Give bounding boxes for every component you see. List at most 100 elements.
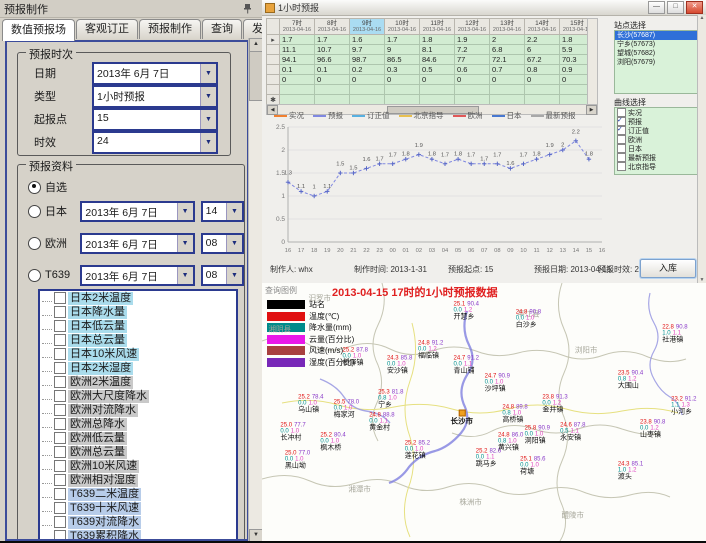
- tree-item[interactable]: 欧洲相对湿度: [40, 473, 236, 487]
- column-header[interactable]: 13时2013-04-16: [490, 19, 525, 35]
- hour-combobox[interactable]: 08▼: [201, 265, 244, 286]
- row-header[interactable]: [267, 45, 280, 55]
- station-list-item[interactable]: 望城(57682): [615, 49, 701, 58]
- chevron-down-icon[interactable]: ▼: [226, 235, 242, 252]
- table-cell[interactable]: 7.2: [455, 45, 490, 55]
- tree-item[interactable]: T639对流降水: [40, 515, 236, 529]
- chevron-down-icon[interactable]: ▼: [200, 133, 216, 152]
- table-cell[interactable]: [280, 95, 315, 105]
- table-cell[interactable]: 0: [350, 75, 385, 85]
- chevron-down-icon[interactable]: ▼: [200, 110, 216, 129]
- tree-item[interactable]: T639十米风速: [40, 501, 236, 515]
- checkbox[interactable]: [54, 432, 66, 444]
- checkbox[interactable]: [617, 162, 626, 171]
- scroll-up-icon[interactable]: ▲: [249, 38, 263, 52]
- row-header[interactable]: [267, 85, 280, 95]
- date-combobox[interactable]: 2013年 6月 7日▼: [80, 265, 194, 286]
- field-combobox[interactable]: 15▼: [92, 108, 218, 131]
- column-header[interactable]: 14时2013-04-16: [525, 19, 560, 35]
- table-cell[interactable]: 0.8: [525, 65, 560, 75]
- row-header[interactable]: ✱: [267, 95, 280, 105]
- table-cell[interactable]: [420, 95, 455, 105]
- table-cell[interactable]: 1.9: [455, 35, 490, 45]
- tree-item[interactable]: 日本2米湿度: [40, 361, 236, 375]
- table-cell[interactable]: 0.5: [420, 65, 455, 75]
- column-header[interactable]: 9时2013-04-16: [350, 19, 385, 35]
- tree-item[interactable]: 欧洲大尺度降水: [40, 389, 236, 403]
- table-cell[interactable]: 0.7: [490, 65, 525, 75]
- scroll-right-icon[interactable]: ▶: [586, 105, 597, 115]
- tree-item[interactable]: T639累积降水: [40, 529, 236, 541]
- table-cell[interactable]: 0: [315, 75, 350, 85]
- table-cell[interactable]: 2.2: [525, 35, 560, 45]
- checkbox[interactable]: [54, 334, 66, 346]
- checkbox[interactable]: [54, 418, 66, 430]
- table-cell[interactable]: 98.7: [350, 55, 385, 65]
- checkbox[interactable]: [54, 362, 66, 374]
- table-cell[interactable]: [385, 95, 420, 105]
- table-cell[interactable]: 0.1: [280, 65, 315, 75]
- chevron-down-icon[interactable]: ▼: [226, 203, 242, 220]
- field-combobox[interactable]: 1小时预报▼: [92, 85, 218, 108]
- checkbox[interactable]: [617, 153, 626, 162]
- table-cell[interactable]: 0.2: [350, 65, 385, 75]
- tree-item[interactable]: 欧洲对流降水: [40, 403, 236, 417]
- tree-item[interactable]: 日本降水量: [40, 305, 236, 319]
- forecast-table[interactable]: 7时2013-04-168时2013-04-169时2013-04-1610时2…: [266, 18, 595, 105]
- station-list-item[interactable]: 宁乡(57673): [615, 40, 701, 49]
- checkbox[interactable]: [54, 390, 66, 402]
- submit-button[interactable]: 入库: [640, 259, 696, 278]
- checkbox[interactable]: [54, 376, 66, 388]
- table-cell[interactable]: 94.1: [280, 55, 315, 65]
- tree-item[interactable]: 欧洲2米温度: [40, 375, 236, 389]
- table-cell[interactable]: 0.3: [385, 65, 420, 75]
- table-cell[interactable]: [525, 85, 560, 95]
- table-cell[interactable]: 2: [490, 35, 525, 45]
- checkbox[interactable]: [54, 348, 66, 360]
- row-header[interactable]: ▸: [267, 35, 280, 45]
- column-header[interactable]: 10时2013-04-16: [385, 19, 420, 35]
- chevron-down-icon[interactable]: ▼: [177, 267, 193, 284]
- radio-button[interactable]: [28, 205, 41, 218]
- checkbox[interactable]: [54, 488, 66, 500]
- station-list-item[interactable]: 浏阳(57679): [615, 58, 701, 67]
- table-cell[interactable]: 0: [490, 75, 525, 85]
- window-scrollbar[interactable]: ▲ ▼: [697, 15, 706, 283]
- table-cell[interactable]: [350, 85, 385, 95]
- table-cell[interactable]: [525, 95, 560, 105]
- radio-button[interactable]: [28, 269, 41, 282]
- scroll-thumb[interactable]: [249, 51, 263, 101]
- table-cell[interactable]: 1.6: [350, 35, 385, 45]
- minimize-button[interactable]: —: [648, 1, 665, 14]
- chevron-down-icon[interactable]: ▼: [226, 267, 242, 284]
- maximize-button[interactable]: □: [667, 1, 684, 14]
- radio-button[interactable]: [28, 237, 41, 250]
- table-cell[interactable]: [420, 85, 455, 95]
- tree-item[interactable]: T639二米温度: [40, 487, 236, 501]
- checkbox[interactable]: [617, 126, 626, 135]
- tab-客观订正[interactable]: 客观订正: [76, 19, 138, 39]
- tab-数值预报场[interactable]: 数值预报场: [2, 19, 75, 41]
- checkbox[interactable]: [617, 135, 626, 144]
- table-cell[interactable]: 0.1: [315, 65, 350, 75]
- curve-list-item[interactable]: 北京指导: [615, 162, 701, 171]
- hour-combobox[interactable]: 08▼: [201, 233, 244, 254]
- tree-item[interactable]: 日本总云量: [40, 333, 236, 347]
- chevron-down-icon[interactable]: ▼: [177, 235, 193, 252]
- table-cell[interactable]: 72.1: [490, 55, 525, 65]
- checkbox[interactable]: [54, 320, 66, 332]
- table-cell[interactable]: [455, 95, 490, 105]
- chevron-down-icon[interactable]: ▼: [200, 87, 216, 106]
- table-vscrollbar[interactable]: [587, 18, 598, 106]
- table-cell[interactable]: [350, 95, 385, 105]
- table-cell[interactable]: 96.6: [315, 55, 350, 65]
- table-cell[interactable]: 77: [455, 55, 490, 65]
- hour-combobox[interactable]: 14▼: [201, 201, 244, 222]
- table-cell[interactable]: 1.7: [315, 35, 350, 45]
- checkbox[interactable]: [617, 144, 626, 153]
- tree-item[interactable]: 欧洲10米风速: [40, 459, 236, 473]
- row-header[interactable]: [267, 55, 280, 65]
- checkbox[interactable]: [54, 516, 66, 528]
- tab-查询[interactable]: 查询: [202, 19, 242, 39]
- left-scrollbar[interactable]: ▲ ▼: [248, 38, 262, 543]
